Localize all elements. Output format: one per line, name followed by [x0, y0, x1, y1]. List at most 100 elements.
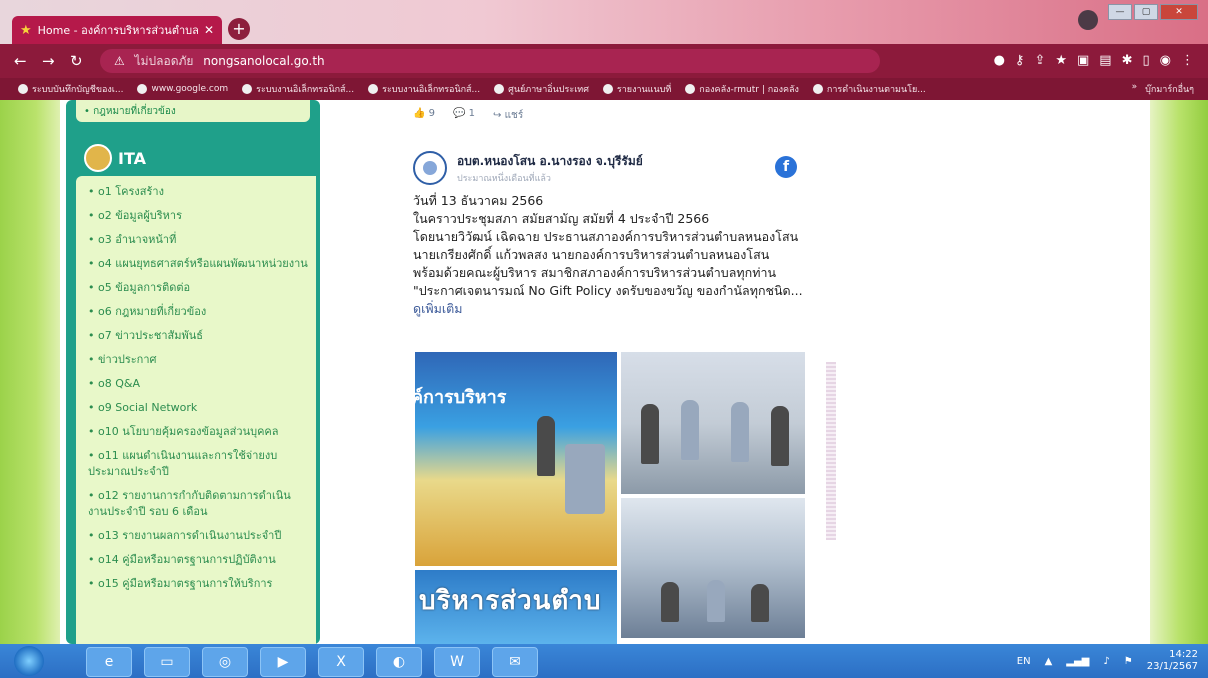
reload-icon[interactable]: ↻: [70, 52, 83, 70]
page-avatar[interactable]: [413, 151, 447, 185]
profile-avatar[interactable]: [1078, 10, 1098, 30]
see-more-link[interactable]: ดูเพิ่มเติม: [413, 301, 463, 316]
puzzle-icon[interactable]: ✱: [1122, 53, 1133, 68]
forward-icon[interactable]: →: [42, 52, 55, 70]
star-icon: ★: [20, 22, 32, 38]
internet-explorer-icon[interactable]: e: [86, 647, 132, 677]
clock[interactable]: 14:22 23/1/2567: [1147, 649, 1198, 673]
photo-banner-text: บริหารส่วนตำบ: [419, 586, 602, 616]
sidepanel-icon[interactable]: ▯: [1143, 53, 1150, 68]
language-indicator[interactable]: EN: [1017, 656, 1031, 667]
more-bookmarks-icon[interactable]: »: [1132, 82, 1138, 96]
close-window-button[interactable]: ✕: [1160, 4, 1198, 20]
toolbar-icons: ● ⚷ ⇪ ★ ▣ ▤ ✱ ▯ ◉ ⋮: [994, 53, 1194, 68]
comment-count[interactable]: 💬 1: [453, 108, 475, 123]
ita-item[interactable]: o3 อำนาจหน้าที่: [88, 232, 308, 248]
address-bar[interactable]: ⚠ ไม่ปลอดภัย nongsanolocal.go.th: [100, 49, 880, 73]
browser-tab-home[interactable]: ★ Home - องค์การบริหารส่วนตำบลหน... ✕: [12, 16, 222, 44]
post-photo-4[interactable]: บริหารส่วนตำบ: [415, 570, 617, 644]
ita-item[interactable]: o12 รายงานการกำกับติดตามการดำเนินงานประจ…: [88, 488, 308, 520]
ita-item[interactable]: o1 โครงสร้าง: [88, 184, 308, 200]
insecure-label: ไม่ปลอดภัย: [134, 54, 194, 68]
bookmark-favicon-icon: [242, 84, 253, 94]
sidebar-top-link[interactable]: • กฎหมายที่เกี่ยวข้อง: [76, 100, 310, 122]
other-bookmarks[interactable]: บุ๊กมาร์กอื่นๆ: [1145, 82, 1194, 96]
photo-person: [537, 416, 555, 476]
ita-item[interactable]: o5 ข้อมูลการติดต่อ: [88, 280, 308, 296]
ita-item[interactable]: o8 Q&A: [88, 376, 308, 392]
bookmark-favicon-icon: [685, 84, 696, 94]
key-icon[interactable]: ⚷: [1015, 53, 1025, 68]
close-tab-icon[interactable]: ✕: [204, 23, 214, 37]
photo-person: [771, 406, 789, 466]
media-player-icon[interactable]: ▶: [260, 647, 306, 677]
flag-icon[interactable]: ⚑: [1124, 656, 1133, 667]
volume-icon[interactable]: ♪: [1103, 656, 1109, 667]
post-photo-2[interactable]: [621, 352, 805, 494]
word-icon[interactable]: W: [434, 647, 480, 677]
google-icon[interactable]: ●: [994, 53, 1005, 68]
bookmark-item[interactable]: ระบบงานอิเล็กทรอนิกส์...: [368, 82, 480, 96]
ita-item[interactable]: o4 แผนยุทธศาสตร์หรือแผนพัฒนาหน่วยงาน: [88, 256, 308, 272]
bookmark-item[interactable]: การดำเนินงานตามนโย...: [812, 82, 926, 96]
maximize-button[interactable]: ▢: [1134, 4, 1158, 20]
extension-icon[interactable]: ▣: [1077, 53, 1089, 68]
clock-time: 14:22: [1169, 649, 1198, 660]
like-count[interactable]: 👍 9: [413, 108, 435, 123]
ita-item[interactable]: o6 กฎหมายที่เกี่ยวข้อง: [88, 304, 308, 320]
bookmark-star-icon[interactable]: ★: [1055, 53, 1067, 68]
share-icon[interactable]: ⇪: [1034, 53, 1045, 68]
bookmark-item[interactable]: ระบบงานอิเล็กทรอนิกส์...: [242, 82, 354, 96]
facebook-icon[interactable]: f: [775, 156, 797, 178]
minimize-button[interactable]: —: [1108, 4, 1132, 20]
back-icon[interactable]: ←: [14, 52, 27, 70]
ita-item[interactable]: o15 คู่มือหรือมาตรฐานการให้บริการ: [88, 576, 308, 592]
ita-item[interactable]: o14 คู่มือหรือมาตรฐานการปฏิบัติงาน: [88, 552, 308, 568]
line-icon[interactable]: ✉: [492, 647, 538, 677]
post-time[interactable]: ประมาณหนึ่งเดือนที่แล้ว: [457, 171, 643, 185]
bookmark-favicon-icon: [494, 84, 505, 94]
menu-icon[interactable]: ⋮: [1181, 53, 1194, 68]
signal-icon[interactable]: ▂▄▆: [1066, 656, 1089, 667]
ita-item[interactable]: o2 ข้อมูลผู้บริหาร: [88, 208, 308, 224]
bookmark-favicon-icon: [812, 84, 823, 94]
ita-item[interactable]: o11 แผนดำเนินงานและการใช้จ่ายงบประมาณประ…: [88, 448, 308, 480]
web-page: • กฎหมายที่เกี่ยวข้อง ITA o1 โครงสร้าง o…: [0, 100, 1208, 644]
share-button[interactable]: ↪ แชร์: [493, 108, 523, 123]
ita-item[interactable]: o9 Social Network: [88, 400, 308, 416]
excel-icon[interactable]: X: [318, 647, 364, 677]
system-tray: EN ▲ ▂▄▆ ♪ ⚑ 14:22 23/1/2567: [1017, 646, 1198, 676]
ita-item[interactable]: o13 รายงานผลการดำเนินงานประจำปี: [88, 528, 308, 544]
taskbar-apps: e ▭ ◎ ▶ X ◐ W ✉: [86, 647, 538, 677]
bookmark-item[interactable]: www.google.com: [137, 84, 228, 94]
ita-sidebar: • กฎหมายที่เกี่ยวข้อง ITA o1 โครงสร้าง o…: [66, 100, 320, 644]
post-line: พร้อมด้วยคณะผู้บริหาร สมาชิกสภาองค์การบร…: [413, 265, 777, 280]
bookmark-item[interactable]: ศูนย์ภาษาอิ่นประเทศ: [494, 82, 589, 96]
chrome-icon[interactable]: ◎: [202, 647, 248, 677]
browser-titlebar: ★ Home - องค์การบริหารส่วนตำบลหน... ✕ + …: [0, 0, 1208, 44]
post-photos: ค์การบริหาร บริหารส่วนตำบ: [415, 352, 805, 644]
file-explorer-icon[interactable]: ▭: [144, 647, 190, 677]
ita-item[interactable]: o10 นโยบายคุ้มครองข้อมูลส่วนบุคคล: [88, 424, 308, 440]
post-text: วันที่ 13 ธันวาคม 2566 ในคราวประชุมสภา ส…: [413, 192, 813, 318]
extension-icon-2[interactable]: ▤: [1099, 53, 1111, 68]
post-photo-3[interactable]: [621, 498, 805, 638]
ita-item[interactable]: ข่าวประกาศ: [88, 352, 308, 368]
new-tab-button[interactable]: +: [228, 18, 250, 40]
right-background: [1150, 100, 1208, 644]
ita-item[interactable]: o7 ข่าวประชาสัมพันธ์: [88, 328, 308, 344]
scrollbar-track[interactable]: [826, 362, 836, 540]
profile-icon[interactable]: ◉: [1160, 53, 1171, 68]
post-photo-1[interactable]: ค์การบริหาร: [415, 352, 617, 566]
bookmark-item[interactable]: รายงานแนบที่: [602, 82, 671, 96]
photo-podium: [565, 444, 605, 514]
photo-person: [641, 404, 659, 464]
tray-arrow-icon[interactable]: ▲: [1045, 656, 1053, 667]
post-line: "ประกาศเจตนารมณ์ No Gift Policy งดรับของ…: [413, 283, 803, 316]
start-button[interactable]: [14, 646, 44, 676]
bookmark-item[interactable]: กองคลัง-rmutr | กองคลัง: [685, 82, 799, 96]
firefox-icon[interactable]: ◐: [376, 647, 422, 677]
page-name[interactable]: อบต.หนองโสน อ.นางรอง จ.บุรีรัมย์: [457, 152, 643, 171]
photo-banner-text: ค์การบริหาร: [415, 387, 507, 408]
bookmark-item[interactable]: ระบบบันทึกบัญชีของเ...: [18, 82, 123, 96]
